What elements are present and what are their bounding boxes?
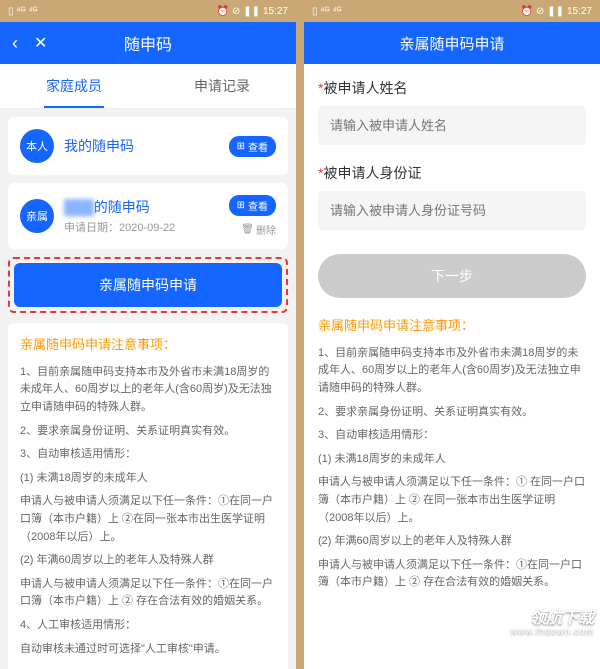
status-time: 15:27 [263,6,288,17]
close-icon[interactable]: ✕ [34,33,47,53]
watermark-main: 领航下载 [530,611,594,627]
delete-button[interactable]: 🗑 删除 [241,222,276,237]
id-input[interactable] [318,191,586,230]
tabs: 家庭成员 申请记录 [0,64,296,109]
notice-line: 1、目前亲属随申码支持本市及外省市未满18周岁的未成年人、60周岁以上的老年人(… [318,345,586,398]
status-bar: ▯ ⁴ᴳ ⁴ᴳ ⏰ ⊘ ❚❚ 15:27 [0,0,296,22]
page-title: 随申码 [124,31,172,55]
status-time: 15:27 [567,6,592,17]
nav-header: 亲属随申码申请 [304,22,600,64]
status-icons: ⏰ ⊘ ❚❚ [217,6,260,17]
status-icons: ⏰ ⊘ ❚❚ [521,6,564,17]
notice-line: 3、自动审核适用情形： [318,427,586,445]
notice-panel: 亲属随申码申请注意事项： 1、目前亲属随申码支持本市及外省市未满18周岁的未成年… [318,316,586,592]
tab-family[interactable]: 家庭成员 [0,64,148,108]
id-label: *被申请人身份证 [318,163,586,183]
relative-card[interactable]: 亲属 ███的随申码 申请日期：2020-09-22 ⊞ 查看 🗑 [8,183,288,249]
notice-title: 亲属随申码申请注意事项： [318,316,586,337]
view-button[interactable]: ⊞ 查看 [229,136,276,157]
notice-line: 自动审核未通过时可选择"人工审核"申请。 [20,641,276,659]
next-button[interactable]: 下一步 [318,254,586,298]
nav-header: ‹ ✕ 随申码 [0,22,296,64]
watermark-url: www.lhdown.com [510,627,594,636]
self-badge: 本人 [20,129,54,163]
page-title: 亲属随申码申请 [316,33,588,54]
relative-date: 申请日期：2020-09-22 [64,219,219,235]
notice-body: 1、目前亲属随申码支持本市及外省市未满18周岁的未成年人、60周岁以上的老年人(… [20,364,276,658]
status-right: ⏰ ⊘ ❚❚ 15:27 [217,6,288,17]
notice-line: 3、自动审核适用情形： [20,446,276,464]
status-bar: ▯ ⁴ᴳ ⁴ᴳ ⏰ ⊘ ❚❚ 15:27 [304,0,600,22]
notice-line: 申请人与被申请人须满足以下任一条件：① 在同一户口簿（本市户籍）上 ② 在同一张… [318,474,586,527]
notice-line: 4、人工审核适用情形： [20,617,276,635]
apply-button[interactable]: 亲属随申码申请 [14,263,282,307]
self-card[interactable]: 本人 我的随申码 ⊞ 查看 [8,117,288,175]
left-screen: ▯ ⁴ᴳ ⁴ᴳ ⏰ ⊘ ❚❚ 15:27 ‹ ✕ 随申码 家庭成员 申请记录 本… [0,0,296,669]
relative-badge: 亲属 [20,199,54,233]
notice-title: 亲属随申码申请注意事项： [20,335,276,356]
view-button[interactable]: ⊞ 查看 [229,195,276,216]
status-left: ▯ ⁴ᴳ ⁴ᴳ [312,6,342,17]
name-label: *被申请人姓名 [318,78,586,98]
relative-title: ███的随申码 [64,197,219,217]
notice-line: 2、要求亲属身份证明、关系证明真实有效。 [318,404,586,422]
notice-line: (1) 未满18周岁的未成年人 [20,470,276,488]
name-input[interactable] [318,106,586,145]
notice-body: 1、目前亲属随申码支持本市及外省市未满18周岁的未成年人、60周岁以上的老年人(… [318,345,586,592]
notice-line: 1、目前亲属随申码支持本市及外省市未满18周岁的未成年人、60周岁以上的老年人(… [20,364,276,417]
notice-panel: 亲属随申码申请注意事项： 1、目前亲属随申码支持本市及外省市未满18周岁的未成年… [8,323,288,669]
notice-line: 申请人与被申请人须满足以下任一条件：①在同一户口簿（本市户籍）上 ②在同一张本市… [20,493,276,546]
trash-icon: 🗑 [241,224,254,235]
tab-records[interactable]: 申请记录 [148,64,296,108]
notice-line: 申请人与被申请人须满足以下任一条件：①在同一户口簿（本市户籍）上 ② 存在合法有… [318,557,586,592]
notice-line: (1) 未满18周岁的未成年人 [318,451,586,469]
self-title: 我的随申码 [64,136,219,156]
notice-line: 2、要求亲属身份证明、关系证明真实有效。 [20,423,276,441]
status-right: ⏰ ⊘ ❚❚ 15:27 [521,6,592,17]
status-left: ▯ ⁴ᴳ ⁴ᴳ [8,6,38,17]
qr-icon: ⊞ [237,200,245,211]
notice-line: (2) 年满60周岁以上的老年人及特殊人群 [318,533,586,551]
back-icon[interactable]: ‹ [12,33,18,54]
watermark: 领航下载 www.lhdown.com [510,611,594,636]
notice-line: 申请人与被申请人须满足以下任一条件：①在同一户口簿（本市户籍）上 ② 存在合法有… [20,576,276,611]
qr-icon: ⊞ [237,141,245,152]
right-screen: ▯ ⁴ᴳ ⁴ᴳ ⏰ ⊘ ❚❚ 15:27 亲属随申码申请 *被申请人姓名 *被申… [304,0,600,669]
notice-line: (2) 年满60周岁以上的老年人及特殊人群 [20,552,276,570]
apply-highlight: 亲属随申码申请 [8,257,288,313]
